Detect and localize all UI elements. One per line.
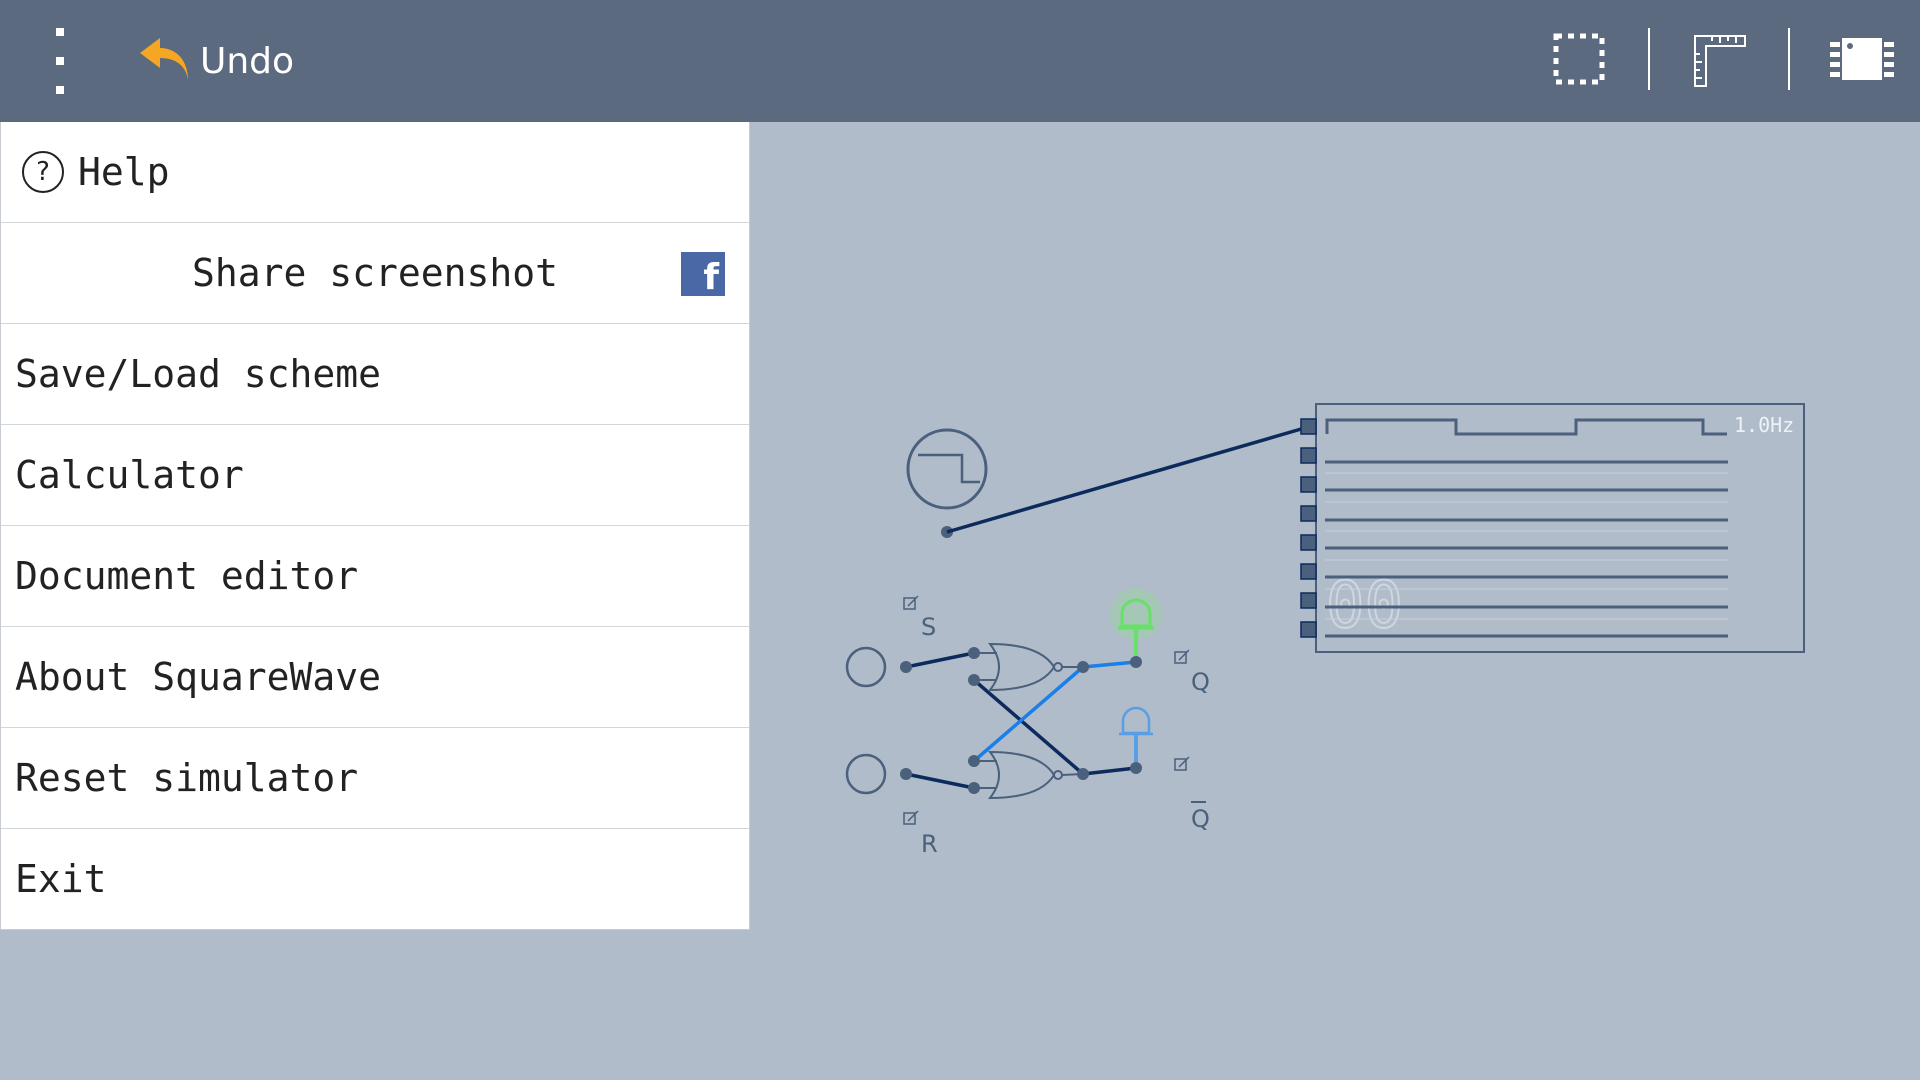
- clock-wire[interactable]: [946, 425, 1309, 534]
- menu-item-exit[interactable]: Exit: [1, 829, 749, 929]
- frequency-label: 1.0Hz: [1734, 413, 1794, 437]
- menu-item-label: About SquareWave: [15, 655, 382, 699]
- menu-item-label: Exit: [15, 857, 107, 901]
- label-r: R: [921, 830, 938, 858]
- input-switch-r[interactable]: [845, 753, 887, 795]
- menu-item-label: Save/Load scheme: [15, 352, 382, 396]
- label-q: Q: [1191, 668, 1210, 696]
- menu-item-help[interactable]: ? Help: [1, 122, 749, 223]
- more-vert-icon[interactable]: [48, 28, 72, 94]
- toolbar-divider: [1788, 28, 1790, 90]
- label-s: S: [921, 613, 936, 641]
- selection-icon[interactable]: [1552, 30, 1608, 88]
- menu-item-label: Calculator: [15, 453, 244, 497]
- undo-arrow-icon: [140, 38, 188, 80]
- led-q-on[interactable]: [1110, 588, 1162, 656]
- circuit-wires[interactable]: [905, 651, 1137, 790]
- menu-item-label: Reset simulator: [15, 756, 359, 800]
- help-icon: ?: [22, 151, 64, 193]
- menu-item-save-load-scheme[interactable]: Save/Load scheme: [1, 324, 749, 425]
- top-toolbar: Undo: [0, 0, 1920, 122]
- menu-item-label: Help: [78, 150, 170, 194]
- ruler-icon[interactable]: [1692, 30, 1748, 88]
- chip-icon[interactable]: [1828, 30, 1896, 88]
- clock-generator[interactable]: [906, 428, 988, 538]
- logic-analyzer[interactable]: 00 1.0Hz: [1300, 403, 1805, 653]
- clock-waveform: [1325, 418, 1727, 436]
- menu-item-reset-simulator[interactable]: Reset simulator: [1, 728, 749, 829]
- input-switch-s[interactable]: [845, 646, 887, 688]
- menu-item-calculator[interactable]: Calculator: [1, 425, 749, 526]
- menu-item-label: Share screenshot: [191, 251, 559, 295]
- menu-item-label: Document editor: [15, 554, 359, 598]
- menu-item-share-screenshot[interactable]: Share screenshot f: [1, 223, 749, 324]
- facebook-icon[interactable]: f: [681, 252, 725, 296]
- undo-button[interactable]: Undo: [138, 32, 294, 90]
- label-q-bar: Q: [1191, 805, 1210, 833]
- menu-item-document-editor[interactable]: Document editor: [1, 526, 749, 627]
- overflow-menu: ? Help Share screenshot f Save/Load sche…: [0, 122, 750, 930]
- undo-label: Undo: [200, 40, 295, 82]
- led-q-bar-off[interactable]: [1119, 706, 1153, 762]
- toolbar-divider: [1648, 28, 1650, 90]
- menu-item-about[interactable]: About SquareWave: [1, 627, 749, 728]
